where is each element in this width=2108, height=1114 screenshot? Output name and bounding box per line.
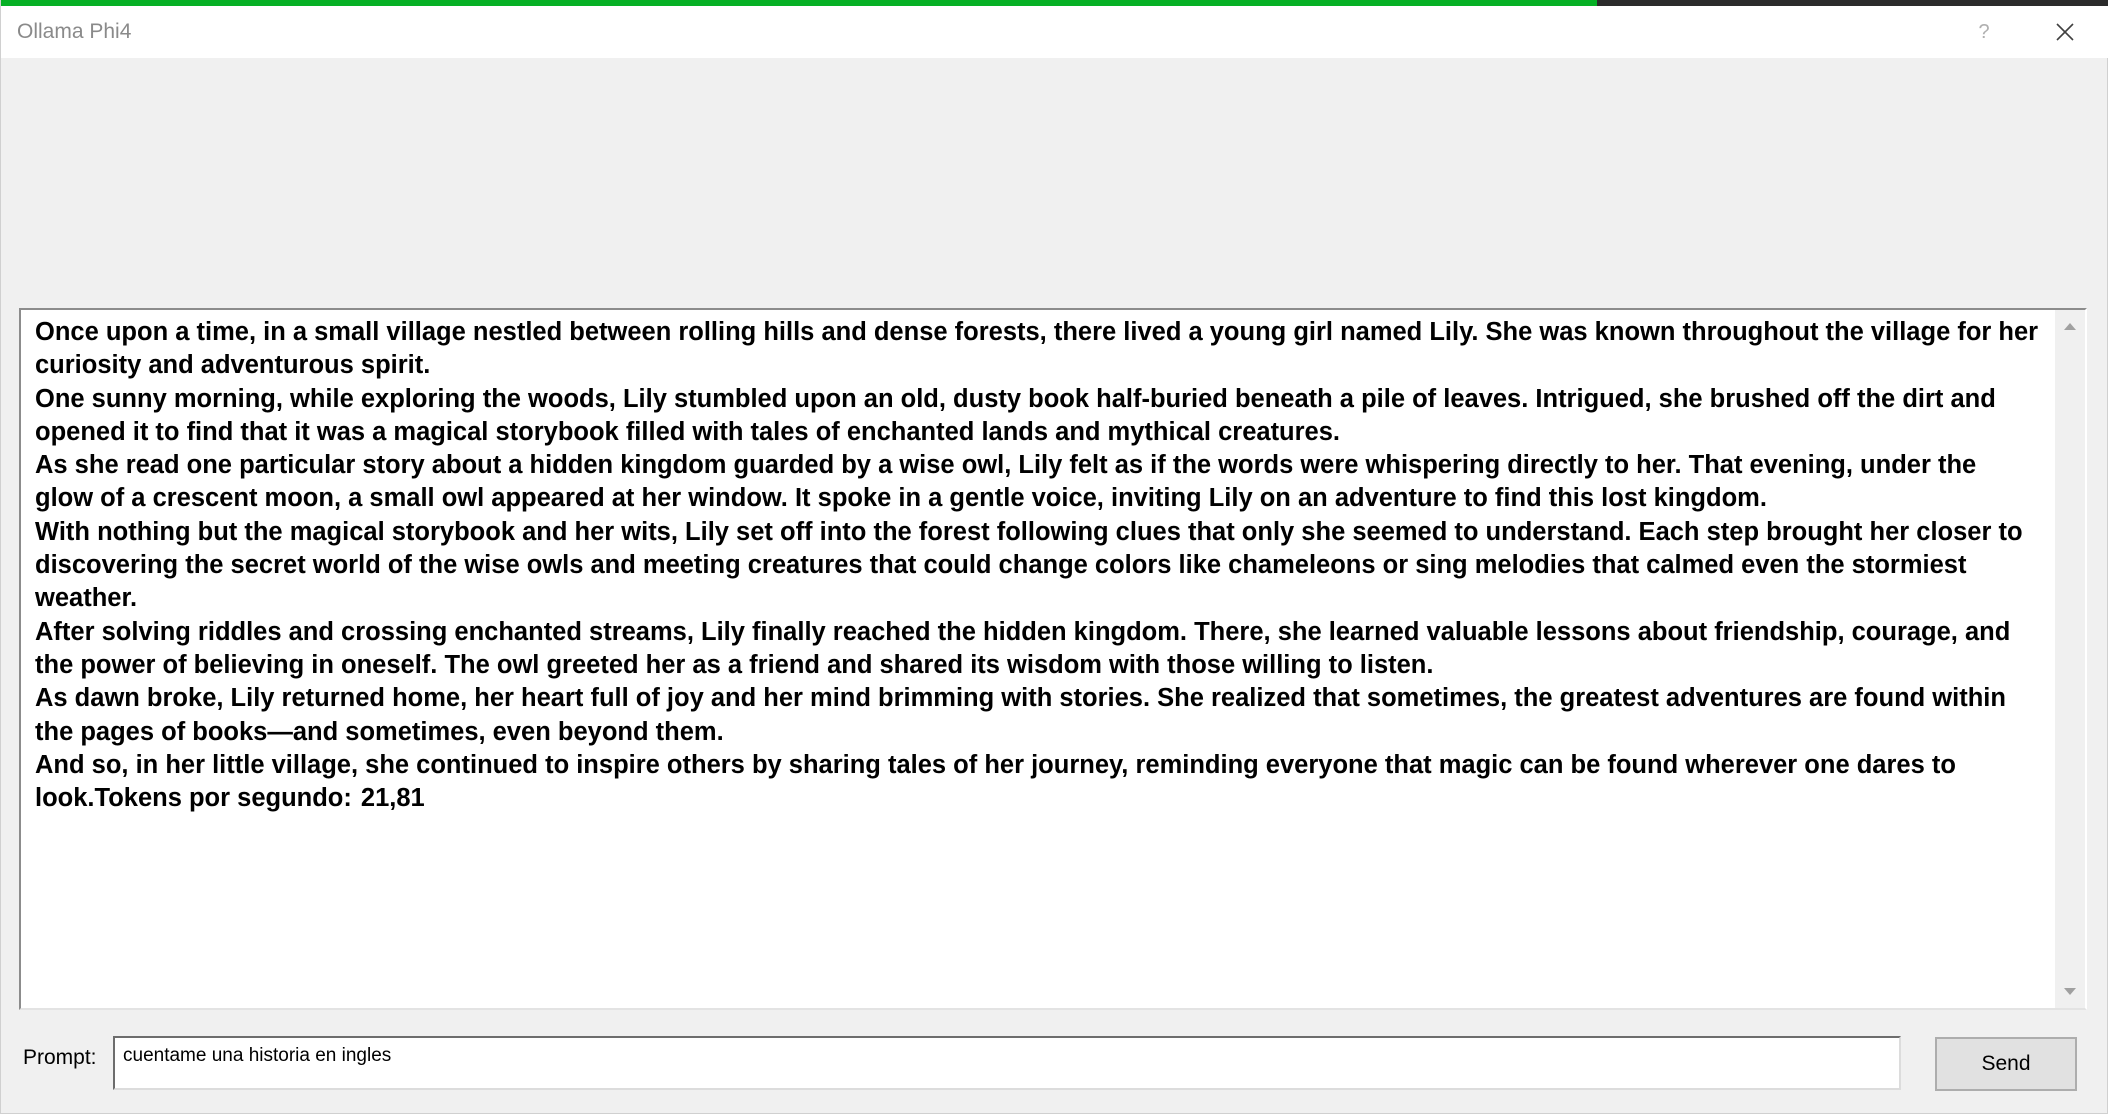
prompt-input[interactable]: cuentame una historia en ingles [113,1036,1901,1090]
prompt-label: Prompt: [23,1046,97,1069]
response-paragraph: And so, in her little village, she conti… [35,750,1964,813]
response-output[interactable]: Once upon a time, in a small village nes… [19,308,2087,1010]
scroll-up-button[interactable] [2055,312,2085,342]
scroll-down-arrow-icon [2064,988,2076,995]
window-title: Ollama Phi4 [17,20,132,43]
help-button[interactable]: ? [1969,14,1999,50]
title-bar: Ollama Phi4 ? [1,6,2108,58]
send-button[interactable]: Send [1935,1037,2077,1091]
close-icon [2056,23,2074,41]
response-paragraph: As dawn broke, Lily returned home, her h… [35,684,2014,746]
close-button[interactable] [2045,14,2085,50]
scroll-up-arrow-icon [2064,323,2076,330]
response-paragraph: As she read one particular story about a… [35,451,1984,513]
app-window: Ollama Phi4 ? Once upon a time, in a sma… [0,0,2108,1114]
scroll-down-button[interactable] [2055,976,2085,1006]
response-paragraph: After solving riddles and crossing encha… [35,617,2018,679]
response-paragraph: One sunny morning, while exploring the w… [35,384,2003,446]
response-paragraph: With nothing but the magical storybook a… [35,517,2030,613]
vertical-scrollbar[interactable] [2055,310,2085,1008]
response-text: Once upon a time, in a small village nes… [35,316,2041,1002]
response-paragraph: Once upon a time, in a small village nes… [35,318,2039,380]
